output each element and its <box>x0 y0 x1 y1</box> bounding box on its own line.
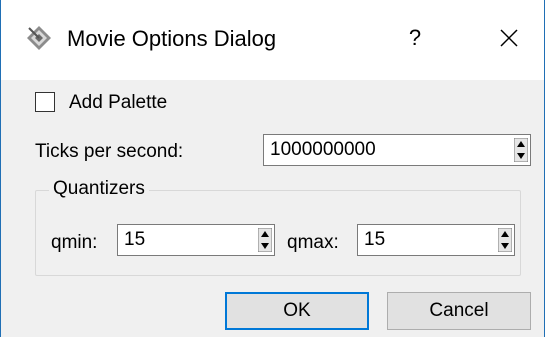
ticks-per-second-label: Ticks per second: <box>35 141 184 162</box>
help-button[interactable]: ? <box>395 18 435 58</box>
spin-arrows-icon[interactable] <box>498 228 512 252</box>
qmin-label: qmin: <box>51 232 98 253</box>
window-title: Movie Options Dialog <box>67 26 277 51</box>
spin-arrows-icon[interactable] <box>514 138 528 162</box>
add-palette-checkbox[interactable] <box>35 92 55 112</box>
dialog-window: Movie Options Dialog ? Add Palette Ticks… <box>0 0 545 337</box>
ticks-per-second-spinbox[interactable]: 1000000000 <box>263 134 531 166</box>
qmin-value: 15 <box>124 229 146 250</box>
qmin-spinbox[interactable]: 15 <box>117 224 275 256</box>
ok-button[interactable]: OK <box>225 292 369 330</box>
close-button[interactable] <box>485 18 533 58</box>
cancel-button[interactable]: Cancel <box>387 292 531 330</box>
spin-arrows-icon[interactable] <box>258 228 272 252</box>
close-icon <box>500 29 518 47</box>
qmax-label: qmax: <box>287 232 339 253</box>
qmax-spinbox[interactable]: 15 <box>357 224 515 256</box>
title-bar: Movie Options Dialog ? <box>1 0 544 80</box>
quantizers-title: Quantizers <box>49 178 149 200</box>
add-palette-label: Add Palette <box>69 92 168 113</box>
ticks-per-second-value: 1000000000 <box>270 139 376 160</box>
qmax-value: 15 <box>364 229 386 250</box>
app-logo-icon <box>27 26 51 50</box>
